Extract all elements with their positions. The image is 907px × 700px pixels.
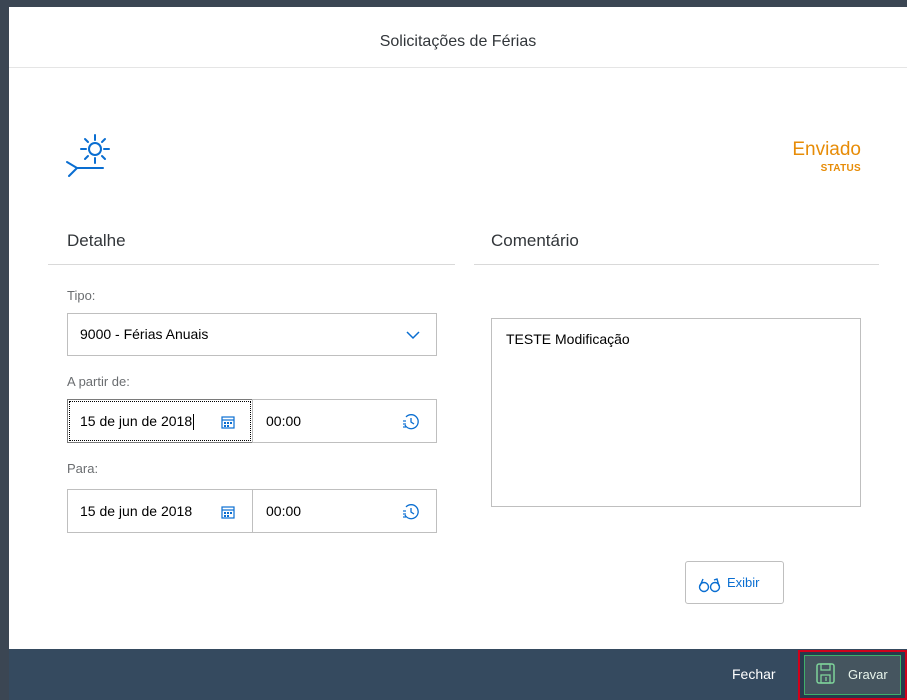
- save-icon: [816, 663, 835, 684]
- chevron-down-icon[interactable]: [406, 330, 420, 340]
- detail-section-title: Detalhe: [67, 231, 126, 250]
- calendar-icon[interactable]: [221, 415, 235, 429]
- save-button-label: Gravar: [848, 667, 888, 682]
- comment-text: TESTE Modificação: [506, 331, 630, 347]
- close-button[interactable]: Fechar: [722, 649, 786, 700]
- to-time-input[interactable]: 00:00: [252, 489, 437, 533]
- vacation-request-dialog: Solicitações de Férias Enviado STATUS De…: [9, 7, 907, 649]
- to-date-value: 15 de jun de 2018: [80, 503, 193, 519]
- type-label: Tipo:: [67, 288, 96, 303]
- comment-divider: [474, 264, 879, 265]
- detail-divider: [48, 264, 455, 265]
- comment-textarea[interactable]: TESTE Modificação: [491, 318, 861, 507]
- comment-section-title: Comentário: [491, 231, 579, 250]
- view-button[interactable]: Exibir: [685, 561, 784, 604]
- from-time-input[interactable]: 00:00: [252, 399, 437, 443]
- from-date-input[interactable]: 15 de jun de 2018: [67, 399, 253, 443]
- save-button[interactable]: Gravar: [798, 650, 907, 700]
- to-time-value: 00:00: [266, 503, 302, 519]
- type-select-value: 9000 - Férias Anuais: [80, 326, 209, 342]
- from-date-value: 15 de jun de 2018: [80, 413, 193, 429]
- clock-icon[interactable]: [402, 413, 420, 431]
- dialog-title: Solicitações de Férias: [9, 7, 907, 68]
- type-select[interactable]: 9000 - Férias Anuais: [67, 313, 437, 356]
- dialog-footer: Fechar Gravar: [9, 649, 907, 700]
- text-caret: [193, 414, 195, 431]
- view-button-label: Exibir: [727, 575, 760, 590]
- status-label: STATUS: [820, 163, 861, 174]
- glasses-icon: [698, 578, 721, 593]
- clock-icon[interactable]: [402, 503, 420, 521]
- from-label: A partir de:: [67, 374, 130, 389]
- calendar-icon[interactable]: [221, 505, 235, 519]
- to-date-input[interactable]: 15 de jun de 2018: [67, 489, 253, 533]
- from-time-value: 00:00: [266, 413, 302, 429]
- sun-lounger-icon: [66, 134, 110, 177]
- to-label: Para:: [67, 461, 99, 476]
- save-button-face: Gravar: [804, 655, 901, 695]
- status-value: Enviado: [792, 139, 861, 160]
